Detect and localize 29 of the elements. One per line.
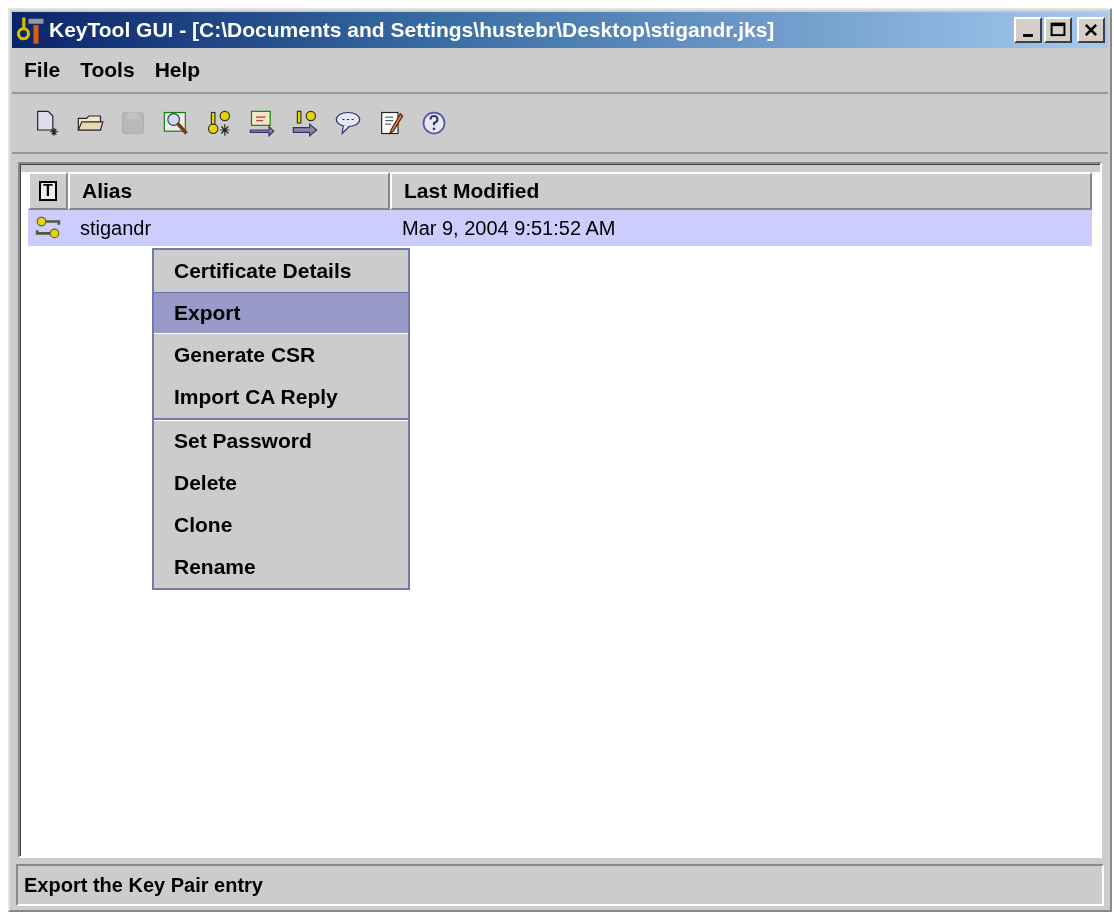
menu-item[interactable]: File bbox=[24, 58, 61, 82]
maximize-icon bbox=[1049, 21, 1067, 39]
context-menu-item[interactable]: Import CA Reply bbox=[154, 376, 408, 418]
window-title: KeyTool GUI - [C:\Documents and Settings\hustebr\Desktop\stigandr.jks] bbox=[49, 18, 776, 42]
context-menu-item[interactable]: Set Password bbox=[154, 420, 408, 462]
context-menu-item[interactable]: Certificate Details bbox=[154, 250, 408, 292]
context-menu-item[interactable]: Generate CSR bbox=[154, 334, 408, 376]
close-icon bbox=[1082, 21, 1100, 39]
table-row[interactable]: stigandr Mar 9, 2004 9:51:52 AM bbox=[28, 210, 1092, 246]
menu-item[interactable]: Help bbox=[154, 58, 201, 82]
table-cell: Mar 9, 2004 9:51:52 AM bbox=[402, 216, 616, 240]
column-header[interactable]: Last Modified bbox=[390, 172, 1092, 210]
context-menu-item[interactable]: Delete bbox=[154, 462, 408, 504]
key-pair-icon bbox=[35, 215, 61, 241]
status-text: Export the Key Pair entry bbox=[24, 873, 263, 897]
context-menu-item[interactable]: Rename bbox=[154, 546, 408, 588]
context-menu-item[interactable]: Clone bbox=[154, 504, 408, 546]
close-button[interactable] bbox=[1077, 17, 1105, 43]
toolbar-button[interactable] bbox=[247, 108, 277, 138]
table-cell: stigandr bbox=[80, 216, 152, 240]
context-menu-item[interactable]: Export bbox=[154, 292, 408, 334]
column-header[interactable]: Alias bbox=[68, 172, 390, 210]
maximize-button[interactable] bbox=[1044, 17, 1072, 43]
column-header[interactable]: T bbox=[28, 172, 68, 210]
minimize-button[interactable] bbox=[1014, 17, 1042, 43]
menu-item[interactable]: Tools bbox=[80, 58, 135, 82]
minimize-icon bbox=[1023, 33, 1033, 37]
toolbar-button[interactable] bbox=[290, 108, 320, 138]
key-hammer-icon bbox=[15, 15, 47, 45]
